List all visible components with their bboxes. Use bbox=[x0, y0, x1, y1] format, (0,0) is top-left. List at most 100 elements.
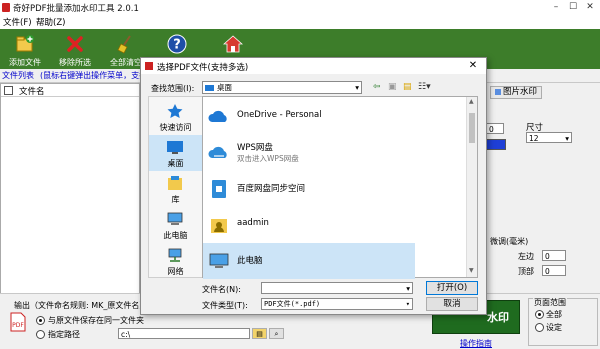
size-select[interactable]: 12 ▾ bbox=[526, 132, 572, 143]
start-watermark-label: 水印 bbox=[487, 311, 509, 324]
back-icon[interactable]: ⇦ bbox=[373, 82, 381, 92]
place-this-pc[interactable]: 此电脑 bbox=[149, 207, 202, 243]
page-range-group: 页面范围 全部 设定 bbox=[528, 297, 598, 346]
file-item-aadmin[interactable]: aadmin bbox=[203, 207, 415, 243]
file-item-wps[interactable]: WPS网盘 双击进入WPS网盘 bbox=[203, 135, 415, 171]
image-watermark-tab[interactable]: 图片水印 bbox=[490, 86, 542, 99]
close-icon[interactable]: ✕ bbox=[582, 1, 598, 14]
desktop-icon bbox=[167, 141, 183, 154]
window-title: 奇好PDF批量添加水印工具 2.0.1 bbox=[13, 4, 139, 14]
guide-link[interactable]: 操作指南 bbox=[460, 338, 492, 349]
page-range-custom-radio[interactable] bbox=[535, 323, 544, 332]
menu-help[interactable]: 帮助(Z) bbox=[36, 16, 65, 28]
size-value: 12 bbox=[529, 134, 539, 143]
file-list-panel[interactable]: 文件名 bbox=[0, 83, 140, 295]
custom-path-label: 指定路径 bbox=[48, 330, 80, 339]
add-file-icon bbox=[16, 35, 34, 52]
place-library[interactable]: 库 bbox=[149, 171, 202, 207]
same-folder-radio[interactable] bbox=[36, 316, 45, 325]
place-quick-access[interactable]: 快速访问 bbox=[149, 99, 202, 135]
zero-value: 0 bbox=[489, 125, 494, 134]
menu-file[interactable]: 文件(F) bbox=[3, 16, 32, 28]
place-desktop[interactable]: 桌面 bbox=[149, 135, 202, 171]
color-picker[interactable] bbox=[486, 139, 506, 150]
file-item-name: OneDrive - Personal bbox=[237, 110, 322, 120]
folder-icon: ▤ bbox=[256, 330, 263, 338]
filename-input[interactable]: ▾ bbox=[261, 282, 413, 294]
place-label: 快速访问 bbox=[159, 123, 192, 132]
column-filename[interactable]: 文件名 bbox=[19, 85, 45, 97]
file-list-header: 文件名 bbox=[1, 84, 139, 97]
place-label: 此电脑 bbox=[163, 231, 188, 240]
lookin-label: 查找范围(I): bbox=[151, 84, 195, 93]
image-icon bbox=[494, 88, 501, 95]
vertical-scrollbar[interactable]: ▲ ▼ bbox=[466, 97, 477, 277]
add-file-label: 添加文件 bbox=[9, 58, 41, 67]
page-range-label: 页面范围 bbox=[533, 297, 567, 308]
scrollbar-thumb[interactable] bbox=[469, 113, 475, 143]
filetype-value: PDF文件(*.pdf) bbox=[264, 300, 321, 308]
file-item-baidu[interactable]: 百度网盘同步空间 bbox=[203, 171, 415, 207]
left-margin-field[interactable]: 0 bbox=[542, 250, 566, 261]
scroll-up-icon[interactable]: ▲ bbox=[469, 98, 474, 105]
file-browser-list[interactable]: OneDrive - Personal WPS网盘 双击进入WPS网盘 百度网盘… bbox=[202, 96, 478, 279]
place-label: 网络 bbox=[167, 267, 184, 276]
cancel-button[interactable]: 取消 bbox=[426, 297, 478, 311]
remove-selected-button[interactable]: 移除所选 bbox=[52, 29, 98, 69]
title-bar: 奇好PDF批量添加水印工具 2.0.1 – ☐ ✕ bbox=[0, 0, 600, 16]
onedrive-icon bbox=[208, 110, 227, 122]
place-network[interactable]: 网络 bbox=[149, 243, 202, 279]
file-item-onedrive[interactable]: OneDrive - Personal bbox=[203, 99, 415, 135]
output-label: 输出（文件命名规则: MK_原文件名） bbox=[14, 301, 148, 310]
open-button-label: 打开(O) bbox=[436, 283, 468, 293]
filetype-select[interactable]: PDF文件(*.pdf) ▾ bbox=[261, 298, 413, 310]
minimize-icon[interactable]: – bbox=[548, 1, 564, 14]
file-item-name: 此电脑 bbox=[237, 256, 263, 266]
select-all-checkbox[interactable] bbox=[4, 86, 13, 95]
top-value: 0 bbox=[545, 267, 550, 276]
custom-path-radio[interactable] bbox=[36, 330, 45, 339]
chevron-down-icon: ▾ bbox=[565, 134, 569, 143]
file-item-name: 百度网盘同步空间 bbox=[237, 184, 306, 194]
browse-folder-button[interactable]: ▤ bbox=[252, 328, 267, 339]
file-item-name: aadmin bbox=[237, 218, 269, 228]
scroll-down-icon[interactable]: ▼ bbox=[469, 267, 474, 274]
filename-label: 文件名(N): bbox=[202, 285, 241, 294]
app-icon bbox=[2, 3, 10, 12]
dialog-close-icon[interactable]: ✕ bbox=[464, 59, 482, 73]
home-icon bbox=[223, 35, 243, 53]
file-item-this-pc[interactable]: 此电脑 bbox=[203, 243, 415, 279]
file-item-subtitle: 双击进入WPS网盘 bbox=[237, 154, 299, 163]
page-range-all-radio[interactable] bbox=[535, 310, 544, 319]
output-path-input[interactable]: c:\ bbox=[118, 328, 250, 339]
view-menu-icon[interactable]: ☷▾ bbox=[418, 82, 431, 92]
svg-text:?: ? bbox=[173, 38, 181, 53]
open-folder-button[interactable]: ⌕ bbox=[269, 328, 284, 339]
open-button[interactable]: 打开(O) bbox=[426, 281, 478, 295]
settings-panel: 图片水印 0 尺寸 12 ▾ 微调(毫米) 左边 0 顶部 0 bbox=[486, 83, 600, 293]
lookin-select[interactable]: 桌面 ▾ bbox=[202, 81, 362, 94]
up-folder-icon[interactable]: ▣ bbox=[388, 82, 397, 92]
chevron-down-icon: ▾ bbox=[406, 284, 410, 293]
svg-text:PDF: PDF bbox=[12, 322, 24, 329]
file-list-tab[interactable]: 文件列表 bbox=[2, 70, 34, 81]
output-path-value: c:\ bbox=[121, 330, 131, 339]
page-range-all-label: 全部 bbox=[546, 310, 562, 319]
lookin-value: 桌面 bbox=[217, 83, 232, 92]
dialog-title: 选择PDF文件(支持多选) bbox=[157, 63, 249, 73]
open-file-dialog: 选择PDF文件(支持多选) ✕ 查找范围(I): 桌面 ▾ ⇦ ▣ ▤ ☷▾ 快… bbox=[140, 57, 487, 315]
same-folder-label: 与原文件保存在同一文件夹 bbox=[48, 316, 144, 325]
baidu-netdisk-icon bbox=[212, 180, 226, 198]
new-folder-icon[interactable]: ▤ bbox=[403, 82, 412, 92]
maximize-icon[interactable]: ☐ bbox=[565, 1, 581, 14]
add-file-button[interactable]: 添加文件 bbox=[2, 29, 48, 69]
left-label: 左边 bbox=[518, 252, 534, 261]
desktop-small-icon bbox=[205, 85, 214, 91]
top-margin-field[interactable]: 0 bbox=[542, 265, 566, 276]
place-label: 桌面 bbox=[167, 159, 184, 168]
zero-field[interactable]: 0 bbox=[486, 123, 504, 134]
place-label: 库 bbox=[171, 195, 180, 204]
help-icon: ? bbox=[167, 34, 187, 54]
filetype-label: 文件类型(T): bbox=[202, 301, 248, 310]
library-icon bbox=[168, 176, 182, 190]
